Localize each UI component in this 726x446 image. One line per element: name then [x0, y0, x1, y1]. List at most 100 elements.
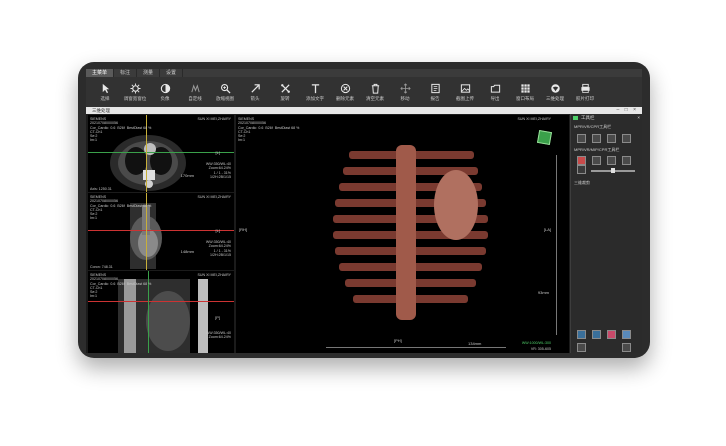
move-button[interactable]: 移动 — [390, 77, 420, 107]
crop-free-button[interactable] — [592, 330, 601, 339]
export-button[interactable]: 导出 — [480, 77, 510, 107]
tab-settings[interactable]: 设置 — [160, 69, 184, 77]
overlay-top-right: SUN XI MEI,ZHAIRY — [197, 195, 231, 199]
screenshot-upload-button[interactable]: 截图上传 — [450, 77, 480, 107]
overlay-bottom-left: Coron: 748.31 — [90, 264, 113, 269]
viewport-3d-volume[interactable]: SIEMENS 20210708000056 Cor_Cardio 0.6 B2… — [236, 115, 569, 353]
tab-main-menu[interactable]: 主菜单 — [86, 69, 115, 77]
panel-section-3-title[interactable]: 三维裁剪 — [571, 178, 590, 187]
custom-line-button[interactable]: 自定线 — [180, 77, 210, 107]
clear-elements-button[interactable]: 清空元素 — [360, 77, 390, 107]
window-controls[interactable]: – □ × — [617, 107, 639, 114]
zoom-button[interactable]: 放缩视图 — [210, 77, 240, 107]
orientation-marker-right: [LA] — [543, 227, 551, 232]
invert-icon — [160, 83, 170, 93]
panel-header: 工具栏 × — [571, 114, 642, 122]
layout-button[interactable]: 窗口布局 — [510, 77, 540, 107]
tool-label: 选择 — [100, 95, 110, 101]
menu-bar: 主菜单 标注 测量 设置 — [86, 69, 642, 77]
tool-panel: 工具栏 × MPR/VR/CPR工具栏 MPR/VR/MIP/CPR工具栏 三维… — [570, 114, 642, 353]
move-icon — [399, 82, 411, 94]
opacity-slider-handle[interactable] — [611, 168, 615, 173]
tool-label: 负像 — [160, 95, 170, 101]
orientation-marker-left: [RH] — [239, 227, 247, 232]
screenshot-upload-icon — [460, 83, 470, 93]
mip-button[interactable] — [592, 156, 601, 165]
cpr-button[interactable] — [607, 156, 616, 165]
crop-tool-5-button[interactable] — [577, 343, 586, 352]
viewport-coronal[interactable]: SIEMENS 20210708000056 Cor_Cardio 0.6 B2… — [88, 193, 234, 270]
scale-label-horizontal: 134mm — [468, 341, 482, 346]
tool-label: 旋转 — [280, 95, 290, 101]
overlay-mid-right: WW:350/WL:40 Zoom:64.24% 1 / 1 - 31% 1/2… — [205, 162, 231, 179]
panel-section-1-title[interactable]: MPR/VR/CPR工具栏 — [571, 122, 642, 131]
mpr-list-button[interactable] — [622, 134, 631, 143]
scale-label: 148mm — [180, 249, 194, 254]
tool-label: 截图上传 — [456, 95, 474, 101]
tool-label: 三维处理 — [546, 95, 564, 101]
tool-label: 添加文字 — [306, 95, 324, 101]
tool-label: 报告 — [430, 95, 440, 101]
mpr-view-button[interactable] — [577, 134, 586, 143]
rotate-icon — [280, 83, 290, 93]
layout-grid-icon — [520, 83, 530, 93]
tool-label: 自定线 — [188, 95, 202, 101]
select-tool-button[interactable]: 选择 — [90, 77, 120, 107]
color-preset-button[interactable] — [577, 165, 586, 174]
overlay-top-left: SIEMENS 20210708000056 Cor_Cardio 0.6 B2… — [90, 273, 152, 299]
arrow-button[interactable]: 箭头 — [240, 77, 270, 107]
overlay-bottom-left: Axis: 1250.31 — [90, 186, 112, 191]
crosshair-horizontal[interactable] — [88, 301, 234, 302]
vr-preset-button[interactable] — [577, 156, 586, 165]
panel-title: 工具栏 — [581, 115, 595, 120]
mpr-reset-button[interactable] — [607, 134, 616, 143]
add-text-button[interactable]: 添加文字 — [300, 77, 330, 107]
viewport-axial[interactable]: SIEMENS 20210708000056 Cor_Cardio 0.6 B2… — [88, 115, 234, 192]
3d-process-button[interactable]: 三维处理 — [540, 77, 570, 107]
delete-element-button[interactable]: 删除元素 — [330, 77, 360, 107]
mpr-rotate-button[interactable] — [592, 134, 601, 143]
crop-tool-6-button[interactable] — [622, 343, 631, 352]
orientation-marker-bottom: [PH] — [394, 338, 402, 343]
viewport-sagittal[interactable]: SIEMENS 20210708000056 Cor_Cardio 0.6 B2… — [88, 271, 234, 353]
crop-apply-button[interactable] — [622, 330, 631, 339]
tab-measure[interactable]: 测量 — [137, 69, 161, 77]
print-icon — [580, 83, 590, 93]
tool-label: 删除元素 — [336, 95, 354, 101]
rotate-button[interactable]: 旋转 — [270, 77, 300, 107]
overlay-top-right: SUN XI MEI,ZHAIRY — [197, 273, 231, 277]
report-icon — [430, 83, 440, 93]
window-level-readout: WW:1000/WL:300 — [521, 340, 551, 345]
cursor-icon — [102, 83, 109, 93]
invert-button[interactable]: 负像 — [150, 77, 180, 107]
crosshair-horizontal[interactable] — [88, 230, 234, 231]
crop-restore-button[interactable] — [607, 330, 616, 339]
scale-label: 170mm — [180, 173, 194, 178]
crop-box-button[interactable] — [577, 330, 586, 339]
orientation-marker: [L] — [215, 150, 220, 155]
overlay-top-left: SIEMENS 20210708000056 Cor_Cardio 0.6 B2… — [90, 117, 152, 143]
crosshair-horizontal[interactable] — [88, 152, 234, 153]
panel-close-icon[interactable]: × — [637, 114, 640, 122]
overlay-top-right: SUN XI MEI,ZHAIRY — [517, 117, 551, 121]
window-level-button[interactable]: 调窗宽窗位 — [120, 77, 150, 107]
horizontal-scale-bar — [326, 347, 506, 348]
window-title-bar: 三维处理 – □ × — [86, 107, 642, 114]
app-screen: 主菜单 标注 测量 设置 选择 调窗宽窗位 负像 自定线 放缩视图 箭头 旋转 … — [86, 69, 642, 353]
panel-section-2-title[interactable]: MPR/VR/MIP/CPR工具栏 — [571, 145, 619, 154]
device-frame: 主菜单 标注 测量 设置 选择 调窗宽窗位 负像 自定线 放缩视图 箭头 旋转 … — [78, 62, 650, 358]
overlay-top-left: SIEMENS 20210708000056 Cor_Cardio 0.6 B2… — [238, 117, 300, 143]
tool-label: 清空元素 — [366, 95, 384, 101]
toolbar: 选择 调窗宽窗位 负像 自定线 放缩视图 箭头 旋转 添加文字 删除元素 清空元… — [86, 77, 642, 107]
text-icon — [311, 83, 319, 93]
overlay-mid-right: WW:350/WL:40 Zoom:64.24% — [205, 331, 231, 340]
tab-annotation[interactable]: 标注 — [114, 69, 138, 77]
tool-label: 窗口布局 — [516, 95, 534, 101]
vr-range-readout: VR: 305-605 — [530, 346, 551, 351]
trash-icon — [371, 83, 379, 94]
report-button[interactable]: 报告 — [420, 77, 450, 107]
film-print-button[interactable]: 胶片打印 — [570, 77, 600, 107]
text-button[interactable] — [622, 156, 631, 165]
scale-label-vertical: 93mm — [537, 290, 549, 295]
orientation-cube[interactable] — [536, 129, 553, 146]
